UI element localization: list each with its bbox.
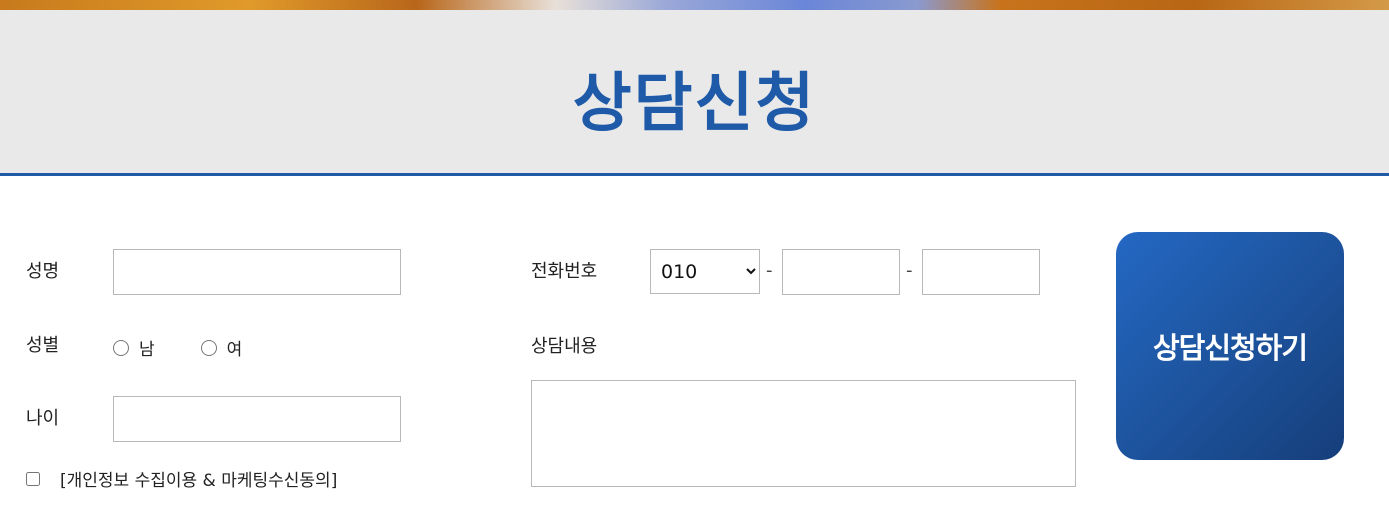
submit-consultation-button[interactable]: 상담신청하기 — [1116, 232, 1344, 460]
phone-separator: - — [906, 260, 913, 281]
gender-radio-group: 남 여 — [113, 335, 242, 360]
phone-separator: - — [766, 260, 773, 281]
age-input[interactable] — [113, 396, 401, 442]
phone-prefix-select[interactable]: 010 — [650, 249, 760, 294]
phone-middle-input[interactable] — [782, 249, 900, 295]
gender-radio-female[interactable] — [200, 339, 217, 356]
gender-option-female[interactable]: 여 — [200, 335, 243, 360]
gender-label: 성별 — [26, 335, 60, 356]
privacy-agreement-checkbox[interactable] — [26, 471, 40, 486]
gender-option-male[interactable]: 남 — [113, 335, 155, 360]
top-banner-strip — [0, 0, 1389, 10]
phone-last-input[interactable] — [922, 249, 1040, 295]
consultation-label: 상담내용 — [531, 336, 598, 357]
name-input[interactable] — [113, 249, 401, 295]
page-title: 상담신청 — [572, 67, 817, 141]
gender-option-male-label: 남 — [139, 340, 155, 360]
gender-option-female-label: 여 — [226, 340, 243, 360]
name-label: 성명 — [26, 261, 60, 282]
gender-radio-male[interactable] — [113, 339, 129, 356]
privacy-agreement-label: [개인정보 수집이용 & 마케팅수신동의] — [60, 471, 338, 491]
privacy-agreement[interactable]: [개인정보 수집이용 & 마케팅수신동의] — [26, 466, 337, 491]
age-label: 나이 — [26, 408, 60, 429]
consultation-textarea[interactable] — [531, 380, 1076, 487]
phone-label: 전화번호 — [531, 261, 598, 282]
